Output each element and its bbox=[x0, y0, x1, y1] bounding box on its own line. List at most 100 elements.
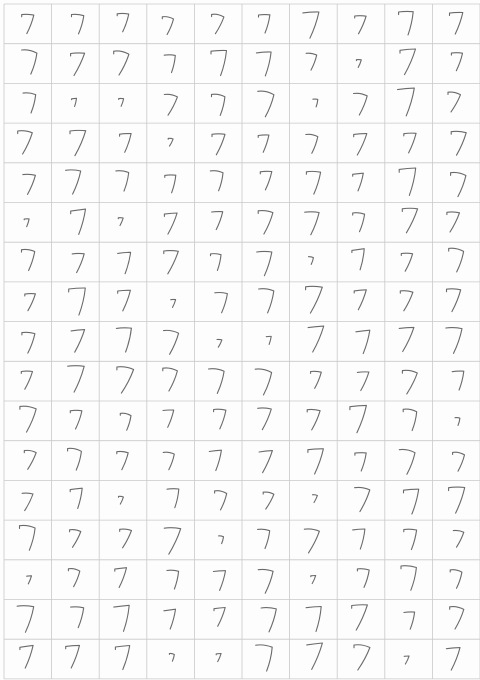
handwritten-digit-seven bbox=[163, 250, 179, 275]
handwritten-digit-seven bbox=[257, 528, 271, 550]
handwritten-digit-seven bbox=[352, 528, 366, 550]
handwritten-digit-seven bbox=[399, 290, 414, 312]
handwritten-digit-seven bbox=[307, 256, 314, 265]
handwritten-digit-seven bbox=[67, 365, 85, 393]
handwritten-digit-seven bbox=[65, 644, 81, 669]
handwritten-digit-seven bbox=[116, 450, 129, 471]
handwritten-digit-seven bbox=[352, 172, 364, 192]
handwritten-digit-seven bbox=[167, 137, 174, 147]
handwritten-digit-seven bbox=[311, 494, 318, 504]
handwritten-digit-seven bbox=[119, 412, 132, 431]
handwritten-digit-seven bbox=[307, 448, 324, 475]
handwritten-digit-seven bbox=[21, 13, 35, 35]
handwritten-digit-seven bbox=[448, 11, 464, 35]
handwritten-digit-seven bbox=[305, 170, 322, 195]
handwritten-digit-seven bbox=[70, 329, 86, 353]
handwritten-digit-seven bbox=[214, 490, 228, 511]
handwritten-digit-seven bbox=[452, 451, 466, 472]
handwritten-digit-seven bbox=[448, 486, 466, 514]
handwritten-digit-seven bbox=[113, 604, 130, 632]
handwritten-digit-seven bbox=[23, 449, 37, 470]
handwritten-digit-seven bbox=[447, 91, 462, 113]
handwritten-digit-seven bbox=[452, 529, 465, 548]
handwritten-digit-seven bbox=[354, 452, 367, 472]
handwritten-digit-seven bbox=[22, 173, 36, 195]
handwritten-digit-seven bbox=[260, 607, 277, 633]
handwritten-digit-seven bbox=[355, 329, 371, 355]
handwritten-digit-seven bbox=[65, 169, 82, 195]
handwritten-digit-seven bbox=[403, 132, 417, 154]
cell-grid bbox=[3, 3, 480, 680]
handwritten-digit-seven bbox=[24, 293, 36, 312]
handwritten-digit-seven bbox=[450, 171, 467, 198]
handwritten-digit-seven bbox=[116, 366, 135, 394]
handwritten-digit-seven bbox=[353, 644, 371, 671]
handwritten-digit-seven bbox=[162, 409, 175, 428]
handwritten-digit-seven bbox=[446, 211, 461, 233]
handwritten-digit-seven bbox=[398, 10, 414, 36]
handwritten-digit-seven bbox=[398, 167, 417, 196]
handwritten-digit-seven bbox=[163, 93, 178, 116]
handwritten-digit-seven bbox=[304, 211, 320, 236]
handwritten-digit-seven bbox=[403, 655, 410, 665]
handwritten-digit-seven bbox=[399, 48, 417, 76]
handwritten-digit-seven bbox=[70, 208, 87, 235]
handwritten-digit-seven bbox=[69, 529, 82, 548]
handwritten-digit-seven bbox=[353, 133, 368, 156]
handwritten-digit-seven bbox=[310, 370, 322, 389]
handwritten-digit-seven bbox=[213, 408, 227, 430]
handwritten-digit-seven bbox=[211, 13, 225, 35]
handwritten-digit-seven bbox=[258, 288, 275, 314]
handwritten-digit-seven bbox=[398, 326, 415, 353]
handwritten-digit-seven bbox=[305, 52, 318, 71]
handwritten-digit-seven bbox=[257, 134, 270, 153]
handwritten-digit-seven bbox=[255, 51, 272, 77]
handwritten-digit-seven bbox=[22, 92, 37, 114]
handwritten-digit-seven bbox=[257, 568, 274, 594]
handwritten-digit-seven bbox=[161, 16, 175, 36]
handwritten-digit-seven bbox=[257, 90, 275, 118]
handwritten-digit-seven bbox=[19, 644, 34, 669]
handwritten-digit-seven bbox=[164, 174, 177, 194]
handwritten-digit-seven bbox=[212, 570, 227, 591]
handwritten-digit-seven bbox=[398, 448, 416, 475]
handwritten-digit-seven bbox=[352, 212, 366, 233]
handwritten-digit-seven bbox=[353, 289, 367, 311]
handwritten-digit-seven bbox=[310, 574, 317, 585]
handwritten-digit-seven bbox=[162, 329, 180, 355]
handwritten-digit-seven bbox=[210, 93, 226, 116]
handwritten-digit-seven bbox=[305, 285, 323, 314]
handwritten-digit-seven bbox=[448, 247, 465, 273]
handwritten-digit-seven bbox=[265, 335, 272, 345]
handwritten-digit-seven bbox=[450, 52, 464, 72]
handwritten-digit-seven bbox=[17, 130, 33, 155]
handwritten-digit-seven bbox=[20, 370, 34, 390]
handwritten-digit-seven bbox=[168, 652, 175, 662]
handwritten-digit-seven bbox=[349, 404, 367, 434]
handwritten-digit-seven bbox=[451, 370, 465, 391]
handwritten-digit-seven bbox=[209, 170, 224, 192]
handwritten-digit-seven bbox=[400, 252, 414, 272]
handwritten-digit-seven bbox=[19, 405, 37, 433]
handwritten-digit-seven bbox=[211, 133, 226, 156]
handwritten-digit-seven bbox=[403, 611, 416, 630]
handwritten-digit-seven bbox=[114, 567, 128, 589]
handwritten-digit-seven bbox=[70, 52, 86, 77]
handwritten-digit-seven bbox=[306, 642, 323, 670]
handwritten-digit-seven bbox=[307, 325, 325, 353]
handwritten-digit-seven bbox=[163, 527, 182, 555]
handwritten-digit-seven bbox=[400, 565, 417, 591]
handwritten-digit-seven bbox=[117, 251, 132, 275]
handwritten-digit-seven bbox=[209, 253, 222, 271]
handwritten-digit-seven bbox=[303, 528, 320, 554]
handwritten-digit-seven bbox=[396, 87, 415, 117]
handwritten-digit-seven bbox=[67, 447, 82, 471]
handwritten-digit-seven bbox=[354, 15, 367, 35]
handwritten-digit-seven bbox=[118, 97, 125, 107]
handwritten-digit-seven bbox=[351, 604, 368, 631]
handwritten-digit-seven bbox=[117, 289, 131, 312]
handwritten-digit-seven bbox=[70, 13, 85, 35]
handwritten-digit-seven bbox=[166, 488, 180, 509]
handwritten-digit-seven bbox=[68, 287, 86, 316]
handwritten-digit-seven bbox=[117, 217, 124, 227]
